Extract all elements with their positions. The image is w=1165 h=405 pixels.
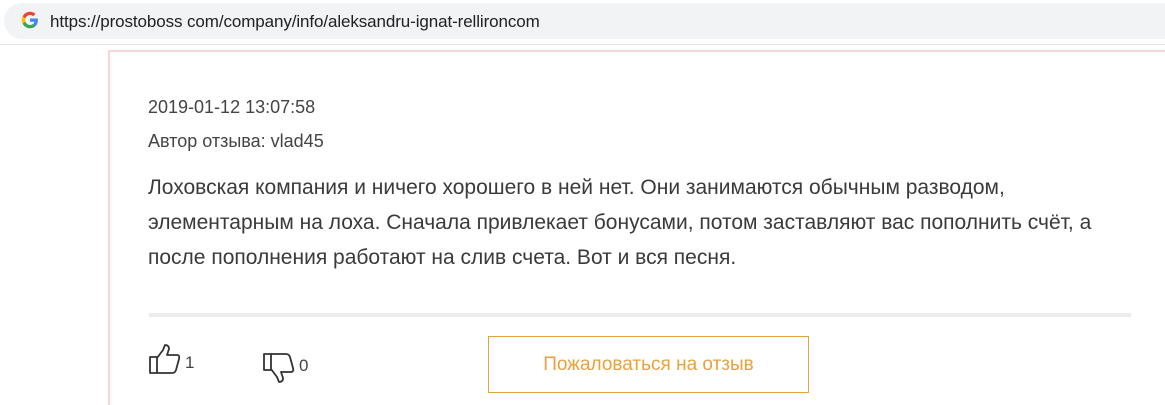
- dislike-button[interactable]: 0: [262, 350, 308, 388]
- url-field[interactable]: https://prostoboss com/company/info/alek…: [4, 3, 1165, 39]
- google-g-icon: [21, 11, 38, 29]
- divider: [149, 313, 1131, 317]
- complain-button[interactable]: Пожаловаться на отзыв: [488, 336, 809, 393]
- review-date: 2019-01-12 13:07:58: [148, 97, 316, 117]
- browser-address-bar: https://prostoboss com/company/info/alek…: [0, 0, 1165, 45]
- review-author: Автор отзыва: vlad45: [148, 131, 324, 151]
- review-text: Лоховская компания и ничего хорошего в н…: [148, 176, 1092, 269]
- thumbs-up-icon: [149, 344, 181, 374]
- thumbs-down-icon: [263, 353, 295, 383]
- url-text: https://prostoboss com/company/info/alek…: [50, 12, 540, 31]
- like-count: 1: [185, 353, 195, 372]
- like-button[interactable]: 1: [148, 341, 194, 375]
- dislike-count: 0: [299, 356, 309, 375]
